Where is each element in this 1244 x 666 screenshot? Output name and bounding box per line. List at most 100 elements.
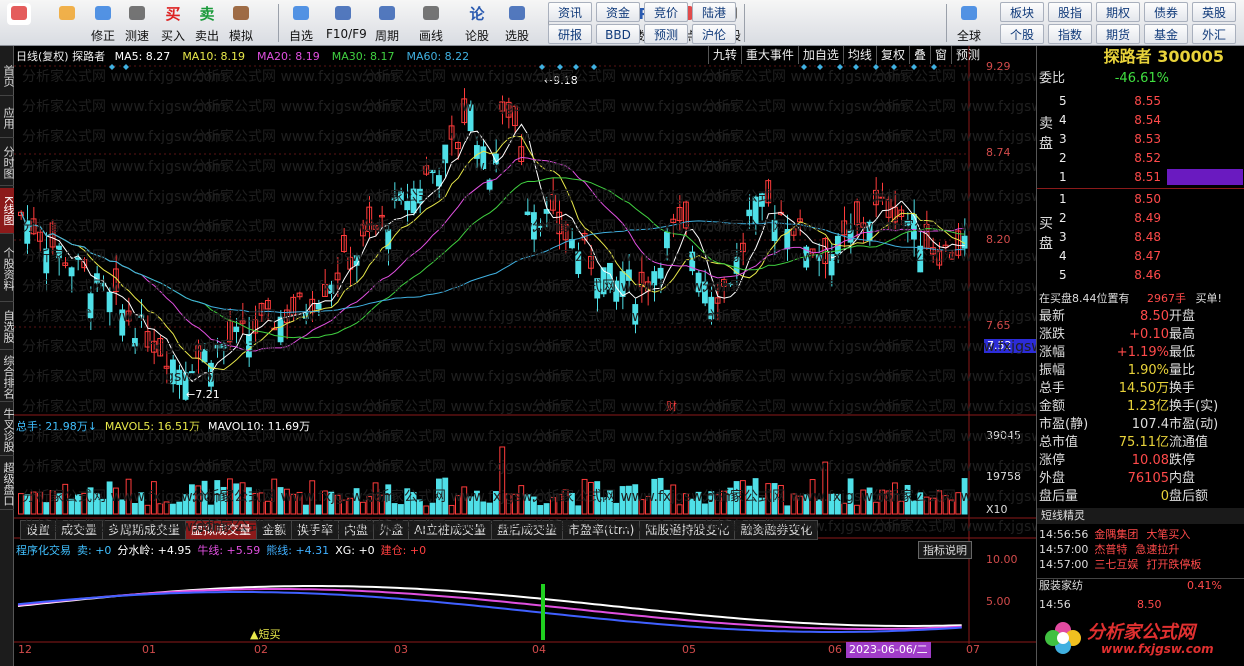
- buy-level-4[interactable]: 4 8.47: [1037, 247, 1244, 265]
- toolbar-button-discuss[interactable]: 论论股: [460, 1, 494, 45]
- toolbar-button-select-stock[interactable]: 选股: [500, 1, 534, 45]
- tab-0[interactable]: 设置: [20, 520, 57, 540]
- buy-level-2[interactable]: 2 8.49: [1037, 209, 1244, 227]
- sidebar-item-3[interactable]: K线图: [0, 188, 15, 234]
- indicator-help-button[interactable]: 指标说明: [918, 541, 972, 559]
- tab-12[interactable]: 融资融券变化: [734, 520, 819, 540]
- volume-bar: [43, 502, 50, 515]
- toolbar-button-buy[interactable]: 买买入: [156, 1, 190, 45]
- toolbar-button-folder-star[interactable]: 自选: [284, 1, 318, 45]
- toolbar-button-clock[interactable]: 测速: [120, 1, 154, 45]
- event-diamond-icon: [817, 64, 823, 70]
- sidebar-item-8[interactable]: 超级盘口: [0, 458, 15, 510]
- toolbar-button-report[interactable]: F10/F9: [326, 1, 367, 45]
- market-button-6[interactable]: 指数: [1048, 24, 1092, 44]
- sidebar-item-0[interactable]: 首页: [0, 56, 15, 96]
- tab-3[interactable]: 虚拟成交量: [185, 520, 258, 540]
- sell-level-3[interactable]: 3 8.53: [1037, 130, 1244, 148]
- stat-value: 1.90%: [1127, 363, 1169, 378]
- kline-chart-area[interactable]: ←9.18 ←7.21 财 ▲短买 日线(复权) 探路者 MA5: 8.27 MA10:…: [14, 46, 1076, 666]
- market-button-7[interactable]: 期货: [1096, 24, 1140, 44]
- volume-bar: [366, 496, 373, 515]
- market-button-3[interactable]: 债券: [1144, 2, 1188, 22]
- toolbar-link-5[interactable]: BBD: [596, 24, 640, 44]
- stat-value: 8.50: [1140, 309, 1169, 324]
- volume-bar: [911, 500, 917, 515]
- volume-bar: [94, 493, 100, 515]
- stat-row-9: 外盘 76105 内盘: [1037, 470, 1244, 488]
- sidebar-item-6[interactable]: 综合排名: [0, 352, 15, 402]
- toolbar-link-2[interactable]: 竞价: [644, 2, 688, 22]
- chart-header-button-2[interactable]: 加自选: [797, 46, 843, 64]
- tab-5[interactable]: 换手率: [291, 520, 340, 540]
- toolbar-button-cycle[interactable]: 周期: [370, 1, 404, 45]
- toolbar-link-7[interactable]: 沪伦: [692, 24, 736, 44]
- news-item[interactable]: 14:57:00 杰普特 急速拉升: [1039, 543, 1179, 557]
- sell-level-5[interactable]: 5 8.55: [1037, 92, 1244, 110]
- market-button-2[interactable]: 期权: [1096, 2, 1140, 22]
- toolbar-link-1[interactable]: 资金: [596, 2, 640, 22]
- toolbar-link-3[interactable]: 陆港: [692, 2, 736, 22]
- chart-header-button-6[interactable]: 窗: [929, 46, 951, 64]
- sector-row[interactable]: 服装家纺 0.41%: [1037, 578, 1244, 594]
- chart-header-button-3[interactable]: 均线: [842, 46, 876, 64]
- buy-level-3[interactable]: 3 8.48: [1037, 228, 1244, 246]
- news-item[interactable]: 14:56:56 金隅集团 大笔买入: [1039, 528, 1190, 542]
- news-stock: 金隅集团: [1094, 528, 1139, 541]
- toolbar-link-6[interactable]: 预测: [644, 24, 688, 44]
- toolbar-button-pencil[interactable]: 画线: [414, 1, 448, 45]
- market-button-4[interactable]: 英股: [1192, 2, 1236, 22]
- toolbar-link-0[interactable]: 资讯: [548, 2, 592, 22]
- toolbar-button-up-down[interactable]: 修正: [86, 1, 120, 45]
- sidebar-item-1[interactable]: 应用: [0, 98, 15, 138]
- chart-header-button-0[interactable]: 九转: [707, 46, 741, 64]
- candle-body: [328, 284, 335, 294]
- toolbar-button-label: 模拟: [228, 29, 253, 43]
- market-button-9[interactable]: 外汇: [1192, 24, 1236, 44]
- chart-header-button-7[interactable]: 预测: [950, 46, 984, 64]
- sidebar-item-2[interactable]: 分时图: [0, 140, 15, 186]
- tab-11[interactable]: 陆股通持股变化: [639, 520, 736, 540]
- candle-body: [917, 245, 924, 273]
- tab-8[interactable]: AI立桩成交量: [408, 520, 492, 540]
- sidebar-item-4[interactable]: 个股资料: [0, 236, 15, 302]
- sell-level-2[interactable]: 2 8.52: [1037, 149, 1244, 167]
- toolbar-button-back-arrow[interactable]: [50, 1, 84, 45]
- toolbar-button-label: 卖出: [194, 29, 219, 43]
- sidebar-item-7[interactable]: 牛叉诊股: [0, 404, 15, 456]
- market-button-0[interactable]: 板块: [1000, 2, 1044, 22]
- tab-1[interactable]: 成交量: [55, 520, 104, 540]
- toolbar-link-4[interactable]: 研报: [548, 24, 592, 44]
- tab-10[interactable]: 市盈率(ttm): [561, 520, 641, 540]
- toolbar-button-grid[interactable]: [2, 1, 36, 45]
- stat-label: 盘后量: [1039, 489, 1079, 504]
- volume-bar: [879, 489, 886, 515]
- news-item[interactable]: 14:57:00 三七互娱 打开跌停板: [1039, 558, 1201, 572]
- chart-header-button-5[interactable]: 叠: [908, 46, 930, 64]
- sidebar-item-5[interactable]: 自选股: [0, 304, 15, 350]
- tab-2[interactable]: 多周期成交量: [102, 520, 187, 540]
- indicator-header-item-6: 建仓: +0: [380, 544, 427, 557]
- market-button-8[interactable]: 基金: [1144, 24, 1188, 44]
- market-button-1[interactable]: 股指: [1048, 2, 1092, 22]
- kline-chart-svg[interactable]: ←9.18 ←7.21 财 ▲短买: [14, 46, 1036, 666]
- ind-y-mid: 5.00: [986, 595, 1011, 608]
- volume-bar: [75, 494, 81, 515]
- market-button-5[interactable]: 个股: [1000, 24, 1044, 44]
- tab-6[interactable]: 内盘: [338, 520, 375, 540]
- buy-level-5[interactable]: 5 8.46: [1037, 266, 1244, 284]
- toolbar-button-sell[interactable]: 卖卖出: [190, 1, 224, 45]
- chart-header-button-1[interactable]: 重大事件: [740, 46, 798, 64]
- volume-bar: [771, 483, 778, 515]
- tab-7[interactable]: 外盘: [373, 520, 410, 540]
- sell-level-4[interactable]: 4 8.54: [1037, 111, 1244, 129]
- stat-label-2: 内盘: [1169, 471, 1196, 486]
- tab-9[interactable]: 盘后成交量: [490, 520, 563, 540]
- sell-level-1[interactable]: 1 8.51: [1037, 168, 1244, 186]
- toolbar-button-hammer[interactable]: 模拟: [224, 1, 258, 45]
- tab-4[interactable]: 金额: [256, 520, 293, 540]
- toolbar-button-globe[interactable]: 全球: [952, 1, 986, 45]
- chart-header-button-4[interactable]: 复权: [875, 46, 909, 64]
- news-title[interactable]: 短线精灵: [1037, 508, 1244, 524]
- buy-level-1[interactable]: 1 8.50: [1037, 190, 1244, 208]
